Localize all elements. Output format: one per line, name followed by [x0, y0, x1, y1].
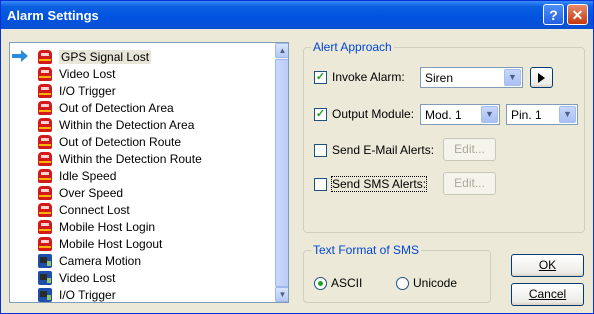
send-email-checkbox[interactable] [314, 144, 327, 157]
alarm-sound-value: Siren [425, 71, 454, 85]
list-item[interactable]: Within the Detection Route [20, 150, 274, 167]
invoke-alarm-checkbox[interactable]: ✓ [314, 71, 327, 84]
cancel-button-label: Cancel [528, 287, 567, 301]
list-item[interactable]: Connect Lost [20, 201, 274, 218]
output-module-select[interactable]: Mod. 1 ▼ [420, 104, 500, 125]
list-item[interactable]: Video Lost [20, 269, 274, 286]
output-module-checkbox[interactable]: ✓ [314, 108, 327, 121]
alarm-icon [38, 202, 52, 217]
email-edit-button[interactable]: Edit... [443, 138, 496, 161]
list-item-label: GPS Signal Lost [59, 49, 152, 64]
list-item[interactable]: Out of Detection Route [20, 133, 274, 150]
ok-button[interactable]: OK [511, 254, 584, 277]
unicode-label: Unicode [413, 276, 458, 290]
camera-icon [38, 287, 52, 302]
list-item[interactable]: Mobile Host Login [20, 218, 274, 235]
list-item-label: I/O Trigger [59, 287, 116, 302]
sms-format-label: Text Format of SMS [311, 243, 422, 257]
list-item[interactable]: Mobile Host Logout [20, 235, 274, 252]
radio-selected-dot [318, 281, 323, 286]
send-email-label: Send E-Mail Alerts: [332, 143, 435, 157]
list-item-label: Video Lost [59, 66, 116, 81]
camera-icon [38, 270, 52, 285]
alarm-icon [38, 49, 52, 64]
list-item[interactable]: GPS Signal Lost [20, 48, 274, 65]
output-module-label: Output Module: [332, 107, 415, 121]
alert-approach-label: Alert Approach [311, 40, 394, 54]
scroll-thumb[interactable] [275, 59, 288, 287]
cancel-button[interactable]: Cancel [511, 283, 584, 306]
list-item-label: Out of Detection Area [59, 100, 174, 115]
alarm-icon [38, 66, 52, 81]
list-item[interactable]: Over Speed [20, 184, 274, 201]
list-item-label: Out of Detection Route [59, 134, 182, 149]
alarm-event-list[interactable]: GPS Signal Lost Video Lost I/O Trigger O… [9, 42, 289, 303]
list-item[interactable]: I/O Trigger [20, 82, 274, 99]
list-item[interactable]: I/O Trigger [20, 286, 274, 302]
alarm-icon [38, 100, 52, 115]
list-item[interactable]: Video Lost [20, 65, 274, 82]
alarm-sound-select[interactable]: Siren ▼ [420, 67, 523, 88]
alarm-icon [38, 236, 52, 251]
alert-approach-group: Alert Approach ✓ Invoke Alarm: Siren ▼ ✓… [303, 40, 585, 233]
output-pin-value: Pin. 1 [511, 108, 542, 122]
window-title: Alarm Settings [7, 8, 99, 23]
list-item-label: Mobile Host Login [59, 219, 156, 234]
ok-button-label: OK [538, 258, 557, 272]
sms-edit-button[interactable]: Edit... [443, 172, 496, 195]
chevron-down-icon[interactable]: ▼ [504, 69, 521, 86]
list-item[interactable]: Camera Motion [20, 252, 274, 269]
alarm-icon [38, 151, 52, 166]
invoke-alarm-label: Invoke Alarm: [332, 70, 405, 84]
output-pin-select[interactable]: Pin. 1 ▼ [506, 104, 578, 125]
send-sms-label: Send SMS Alerts: [330, 176, 428, 192]
list-item-label: Within the Detection Area [59, 117, 195, 132]
unicode-radio[interactable] [396, 277, 409, 290]
list-item-label: Within the Detection Route [59, 151, 202, 166]
alarm-icon [38, 134, 52, 149]
title-bar[interactable]: Alarm Settings ? ✕ [1, 1, 593, 29]
chevron-down-icon[interactable]: ▼ [481, 106, 498, 123]
list-item-label: Video Lost [59, 270, 116, 285]
list-item-label: Camera Motion [59, 253, 142, 268]
sms-format-group: Text Format of SMS ASCII Unicode [303, 243, 491, 303]
list-item[interactable]: Idle Speed [20, 167, 274, 184]
list-item-label: Over Speed [59, 185, 124, 200]
list-item[interactable]: Out of Detection Area [20, 99, 274, 116]
camera-icon [38, 253, 52, 268]
list-item[interactable]: Within the Detection Area [20, 116, 274, 133]
alarm-settings-dialog: Alarm Settings ? ✕ GPS Signal Lost Video… [0, 0, 594, 314]
list-scrollbar[interactable]: ▲ ▼ [275, 43, 288, 302]
scroll-up-button[interactable]: ▲ [275, 43, 288, 58]
list-item-label: Idle Speed [59, 168, 117, 183]
alarm-icon [38, 185, 52, 200]
alarm-icon [38, 219, 52, 234]
alarm-icon [38, 83, 52, 98]
output-module-value: Mod. 1 [425, 108, 462, 122]
list-item-label: I/O Trigger [59, 83, 116, 98]
play-icon [538, 72, 545, 83]
scroll-down-button[interactable]: ▼ [275, 287, 288, 302]
alarm-icon [38, 168, 52, 183]
alarm-icon [38, 117, 52, 132]
chevron-down-icon[interactable]: ▼ [559, 106, 576, 123]
list-item-label: Connect Lost [59, 202, 130, 217]
ascii-label: ASCII [331, 276, 363, 290]
play-alarm-button[interactable] [530, 67, 553, 88]
list-item-label: Mobile Host Logout [59, 236, 163, 251]
help-button[interactable]: ? [543, 4, 564, 25]
ascii-radio[interactable] [314, 277, 327, 290]
send-sms-checkbox[interactable] [314, 178, 327, 191]
close-button[interactable]: ✕ [567, 4, 588, 25]
